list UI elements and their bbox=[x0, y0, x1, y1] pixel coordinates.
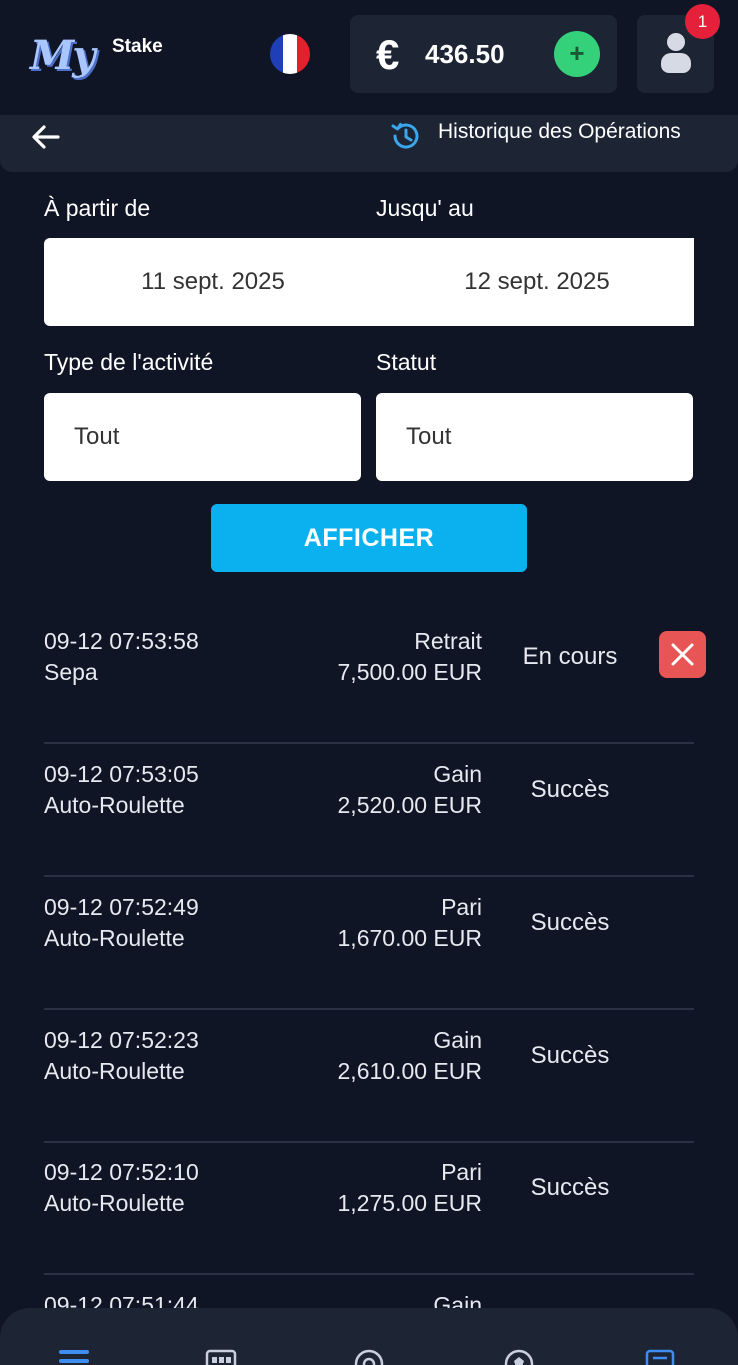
bottom-nav bbox=[0, 1308, 738, 1365]
ticket-icon[interactable] bbox=[645, 1348, 677, 1365]
row-status: Succès bbox=[530, 776, 610, 803]
page: My Stake € 436.50 + 1 Historique des Opé… bbox=[0, 0, 738, 1365]
to-date-label: Jusqu' au bbox=[376, 195, 474, 221]
table-row: 09-12 07:52:10 Auto-Roulette Pari 1,275.… bbox=[44, 1142, 694, 1275]
mystake-logo[interactable]: My Stake bbox=[30, 32, 163, 80]
cancel-withdrawal-button[interactable] bbox=[659, 631, 706, 678]
football-icon[interactable] bbox=[503, 1348, 535, 1365]
row-datetime: 09-12 07:53:05 bbox=[44, 761, 199, 787]
row-status: Succès bbox=[530, 1042, 610, 1069]
page-title: Historique des Opérations bbox=[438, 120, 681, 143]
logo-my-text: My bbox=[30, 32, 96, 79]
row-game: Sepa bbox=[44, 659, 98, 685]
activity-type-label: Type de l'activité bbox=[44, 349, 214, 375]
slots-icon[interactable] bbox=[205, 1348, 237, 1365]
balance-box[interactable]: € 436.50 + bbox=[350, 15, 617, 93]
row-amount: 2,520.00 EUR bbox=[337, 792, 482, 818]
row-amount: 1,275.00 EUR bbox=[337, 1190, 482, 1216]
france-flag-icon[interactable] bbox=[270, 34, 310, 74]
row-game: Auto-Roulette bbox=[44, 1058, 185, 1084]
balance-amount: 436.50 bbox=[425, 39, 505, 69]
deposit-button[interactable]: + bbox=[554, 31, 600, 77]
table-row: 09-12 07:53:58 Sepa Retrait 7,500.00 EUR… bbox=[44, 611, 706, 744]
status-select[interactable]: Tout bbox=[376, 393, 693, 481]
arrow-left-icon[interactable] bbox=[30, 121, 62, 153]
activity-type-select[interactable]: Tout bbox=[44, 393, 361, 481]
row-type: Gain bbox=[433, 1027, 482, 1053]
row-type: Gain bbox=[433, 761, 482, 787]
history-icon bbox=[391, 123, 419, 149]
row-status: Succès bbox=[530, 909, 610, 936]
row-game: Auto-Roulette bbox=[44, 792, 185, 818]
logo-stake-text: Stake bbox=[112, 36, 163, 57]
row-datetime: 09-12 07:52:10 bbox=[44, 1159, 199, 1185]
euro-icon: € bbox=[376, 31, 400, 78]
table-row: 09-12 07:52:49 Auto-Roulette Pari 1,670.… bbox=[44, 877, 694, 1010]
row-type: Retrait bbox=[414, 628, 482, 654]
roulette-icon[interactable] bbox=[353, 1348, 385, 1365]
to-date-field[interactable]: 12 sept. 2025 bbox=[380, 238, 694, 326]
from-date-label: À partir de bbox=[44, 195, 151, 221]
row-game: Auto-Roulette bbox=[44, 1190, 185, 1216]
row-amount: 7,500.00 EUR bbox=[337, 659, 482, 685]
row-datetime: 09-12 07:53:58 bbox=[44, 628, 199, 654]
subheader-bar: Historique des Opérations bbox=[0, 115, 738, 172]
show-button[interactable]: AFFICHER bbox=[211, 504, 527, 572]
menu-icon[interactable] bbox=[58, 1348, 90, 1365]
row-type: Pari bbox=[441, 894, 482, 920]
status-label: Statut bbox=[376, 349, 437, 375]
row-datetime: 09-12 07:52:23 bbox=[44, 1027, 199, 1053]
row-game: Auto-Roulette bbox=[44, 925, 185, 951]
row-status: Succès bbox=[530, 1174, 610, 1201]
table-row: 09-12 07:52:23 Auto-Roulette Gain 2,610.… bbox=[44, 1010, 694, 1143]
row-datetime: 09-12 07:52:49 bbox=[44, 894, 199, 920]
notification-badge: 1 bbox=[685, 4, 720, 39]
user-icon bbox=[667, 33, 685, 51]
close-icon bbox=[671, 643, 694, 666]
row-amount: 2,610.00 EUR bbox=[337, 1058, 482, 1084]
table-row: 09-12 07:53:05 Auto-Roulette Gain 2,520.… bbox=[44, 744, 694, 877]
top-header: My Stake € 436.50 + 1 bbox=[0, 0, 738, 115]
row-type: Pari bbox=[441, 1159, 482, 1185]
from-date-field[interactable]: 11 sept. 2025 bbox=[44, 238, 382, 326]
row-status: En cours bbox=[522, 643, 618, 670]
row-amount: 1,670.00 EUR bbox=[337, 925, 482, 951]
